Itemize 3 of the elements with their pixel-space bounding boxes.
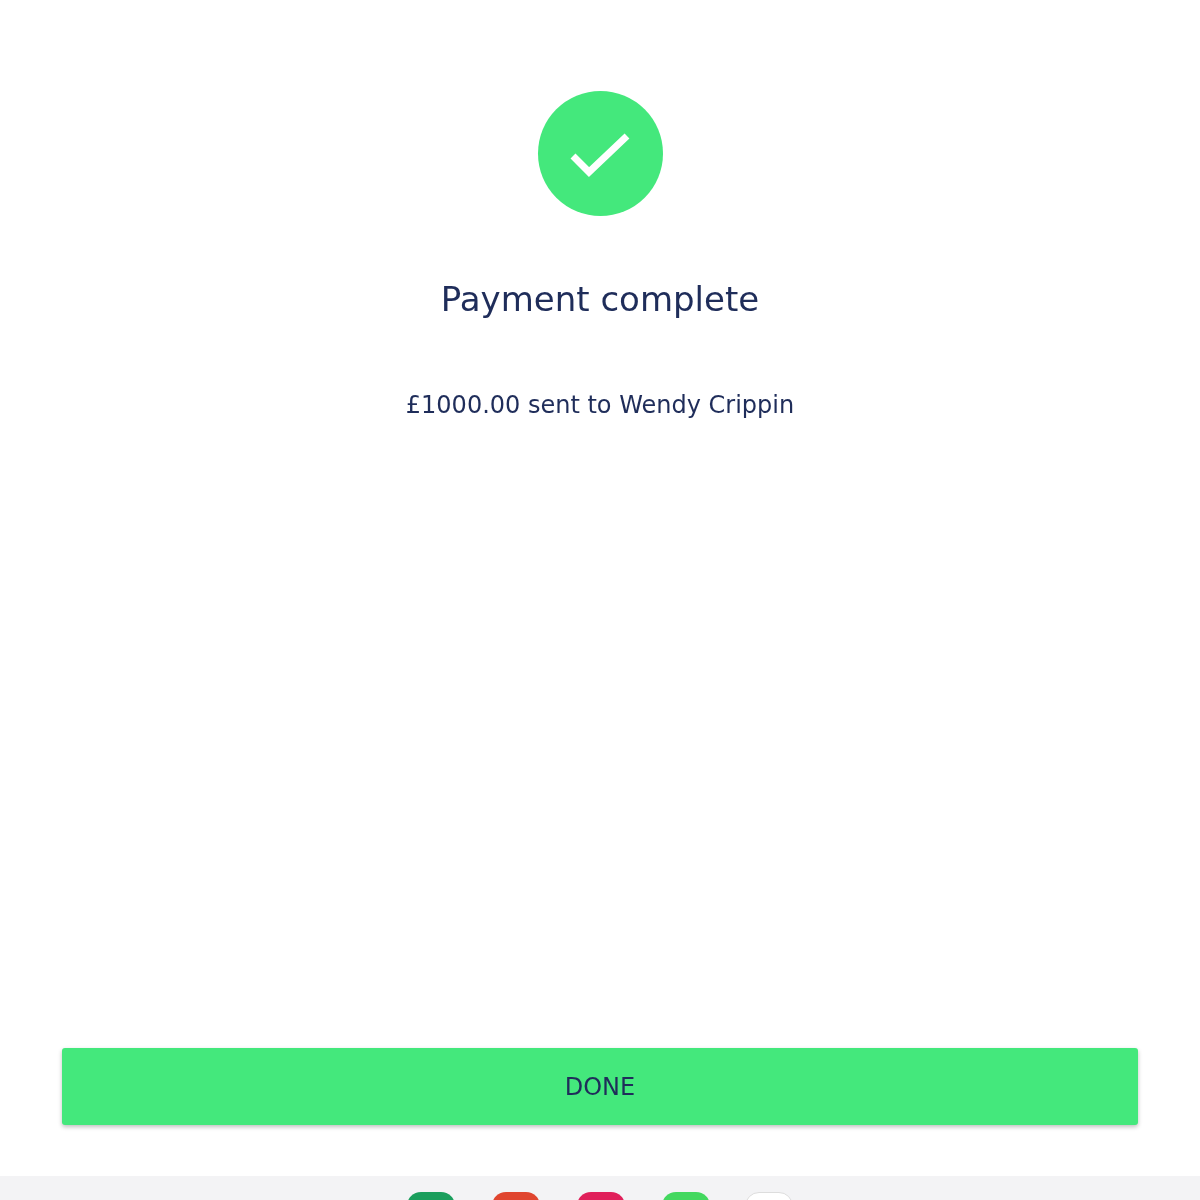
done-button[interactable]: DONE [62, 1048, 1138, 1125]
confirmation-message: £1000.00 sent to Wendy Crippin [404, 390, 796, 421]
page-title: Payment complete [439, 278, 761, 321]
